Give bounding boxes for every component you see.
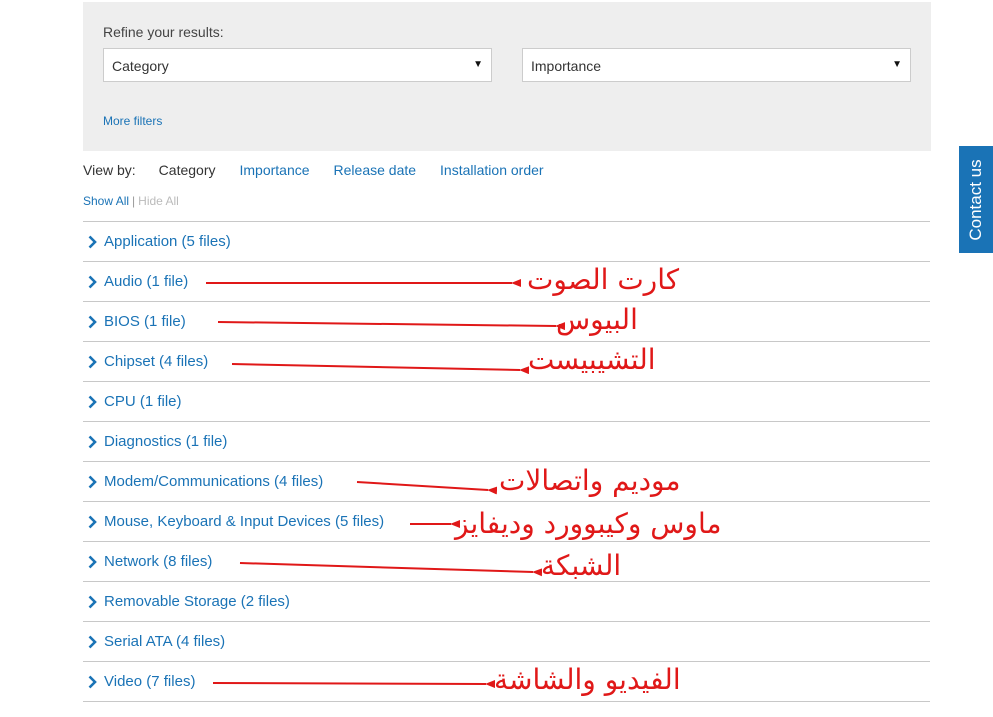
more-filters-link[interactable]: More filters <box>103 114 162 128</box>
chevron-right-icon <box>88 635 97 648</box>
view-by-bar: View by: Category Importance Release dat… <box>83 162 568 178</box>
category-label: Diagnostics (1 file) <box>104 433 228 450</box>
category-list: Application (5 files) Audio (1 file) BIOS … <box>83 221 930 702</box>
chevron-right-icon <box>88 355 97 368</box>
category-row[interactable]: BIOS (1 file) <box>83 302 930 342</box>
refine-label: Refine your results: <box>103 24 224 40</box>
category-row[interactable]: CPU (1 file) <box>83 382 930 422</box>
category-row[interactable]: Diagnostics (1 file) <box>83 422 930 462</box>
importance-select-value: Importance <box>531 58 602 74</box>
show-all-link[interactable]: Show All <box>83 194 129 208</box>
chevron-right-icon <box>88 555 97 568</box>
category-select[interactable]: Category ▼ <box>103 48 492 82</box>
chevron-right-icon <box>88 395 97 408</box>
hide-all-link: Hide All <box>138 194 179 208</box>
view-by-installation-order[interactable]: Installation order <box>440 162 544 178</box>
contact-us-tab[interactable]: Contact us <box>959 146 993 253</box>
filter-panel: Refine your results: Category ▼ Importan… <box>83 2 931 151</box>
category-label: Mouse, Keyboard & Input Devices (5 files… <box>104 513 385 530</box>
category-select-value: Category <box>112 58 169 74</box>
annotation-chipset: التشيبيست <box>528 343 656 376</box>
contact-us-label: Contact us <box>966 158 985 241</box>
category-label: Video (7 files) <box>104 673 196 690</box>
view-by-label: View by: <box>83 162 136 178</box>
view-by-category[interactable]: Category <box>159 162 216 178</box>
show-hide-toggle: Show All | Hide All <box>83 194 179 208</box>
annotation-network: الشبكة <box>541 549 622 582</box>
category-label: Chipset (4 files) <box>104 353 209 370</box>
category-label: Modem/Communications (4 files) <box>104 473 324 490</box>
caret-down-icon: ▼ <box>473 59 483 70</box>
category-label: Serial ATA (4 files) <box>104 633 226 650</box>
chevron-right-icon <box>88 235 97 248</box>
view-by-importance[interactable]: Importance <box>239 162 309 178</box>
annotation-input-devices: ماوس وكيبوورد وديفايز <box>455 507 722 540</box>
annotation-video: الفيديو والشاشة <box>494 663 681 696</box>
category-row[interactable]: Serial ATA (4 files) <box>83 622 930 662</box>
chevron-right-icon <box>88 315 97 328</box>
category-label: BIOS (1 file) <box>104 313 186 330</box>
category-row[interactable]: Audio (1 file) <box>83 262 930 302</box>
category-row[interactable]: Chipset (4 files) <box>83 342 930 382</box>
chevron-right-icon <box>88 435 97 448</box>
view-by-release-date[interactable]: Release date <box>334 162 417 178</box>
chevron-right-icon <box>88 515 97 528</box>
category-label: Removable Storage (2 files) <box>104 593 290 610</box>
category-row[interactable]: Network (8 files) <box>83 542 930 582</box>
category-label: Audio (1 file) <box>104 273 189 290</box>
category-row[interactable]: Removable Storage (2 files) <box>83 582 930 622</box>
annotation-modem: موديم واتصالات <box>499 464 681 497</box>
category-label: CPU (1 file) <box>104 393 182 410</box>
separator: | <box>132 194 136 208</box>
category-row[interactable]: Application (5 files) <box>83 222 930 262</box>
chevron-right-icon <box>88 475 97 488</box>
category-label: Application (5 files) <box>104 233 231 250</box>
annotation-audio: كارت الصوت <box>527 263 680 296</box>
caret-down-icon: ▼ <box>892 59 902 70</box>
chevron-right-icon <box>88 275 97 288</box>
annotation-bios: البيوس <box>556 303 638 336</box>
importance-select[interactable]: Importance ▼ <box>522 48 911 82</box>
category-label: Network (8 files) <box>104 553 213 570</box>
chevron-right-icon <box>88 675 97 688</box>
chevron-right-icon <box>88 595 97 608</box>
